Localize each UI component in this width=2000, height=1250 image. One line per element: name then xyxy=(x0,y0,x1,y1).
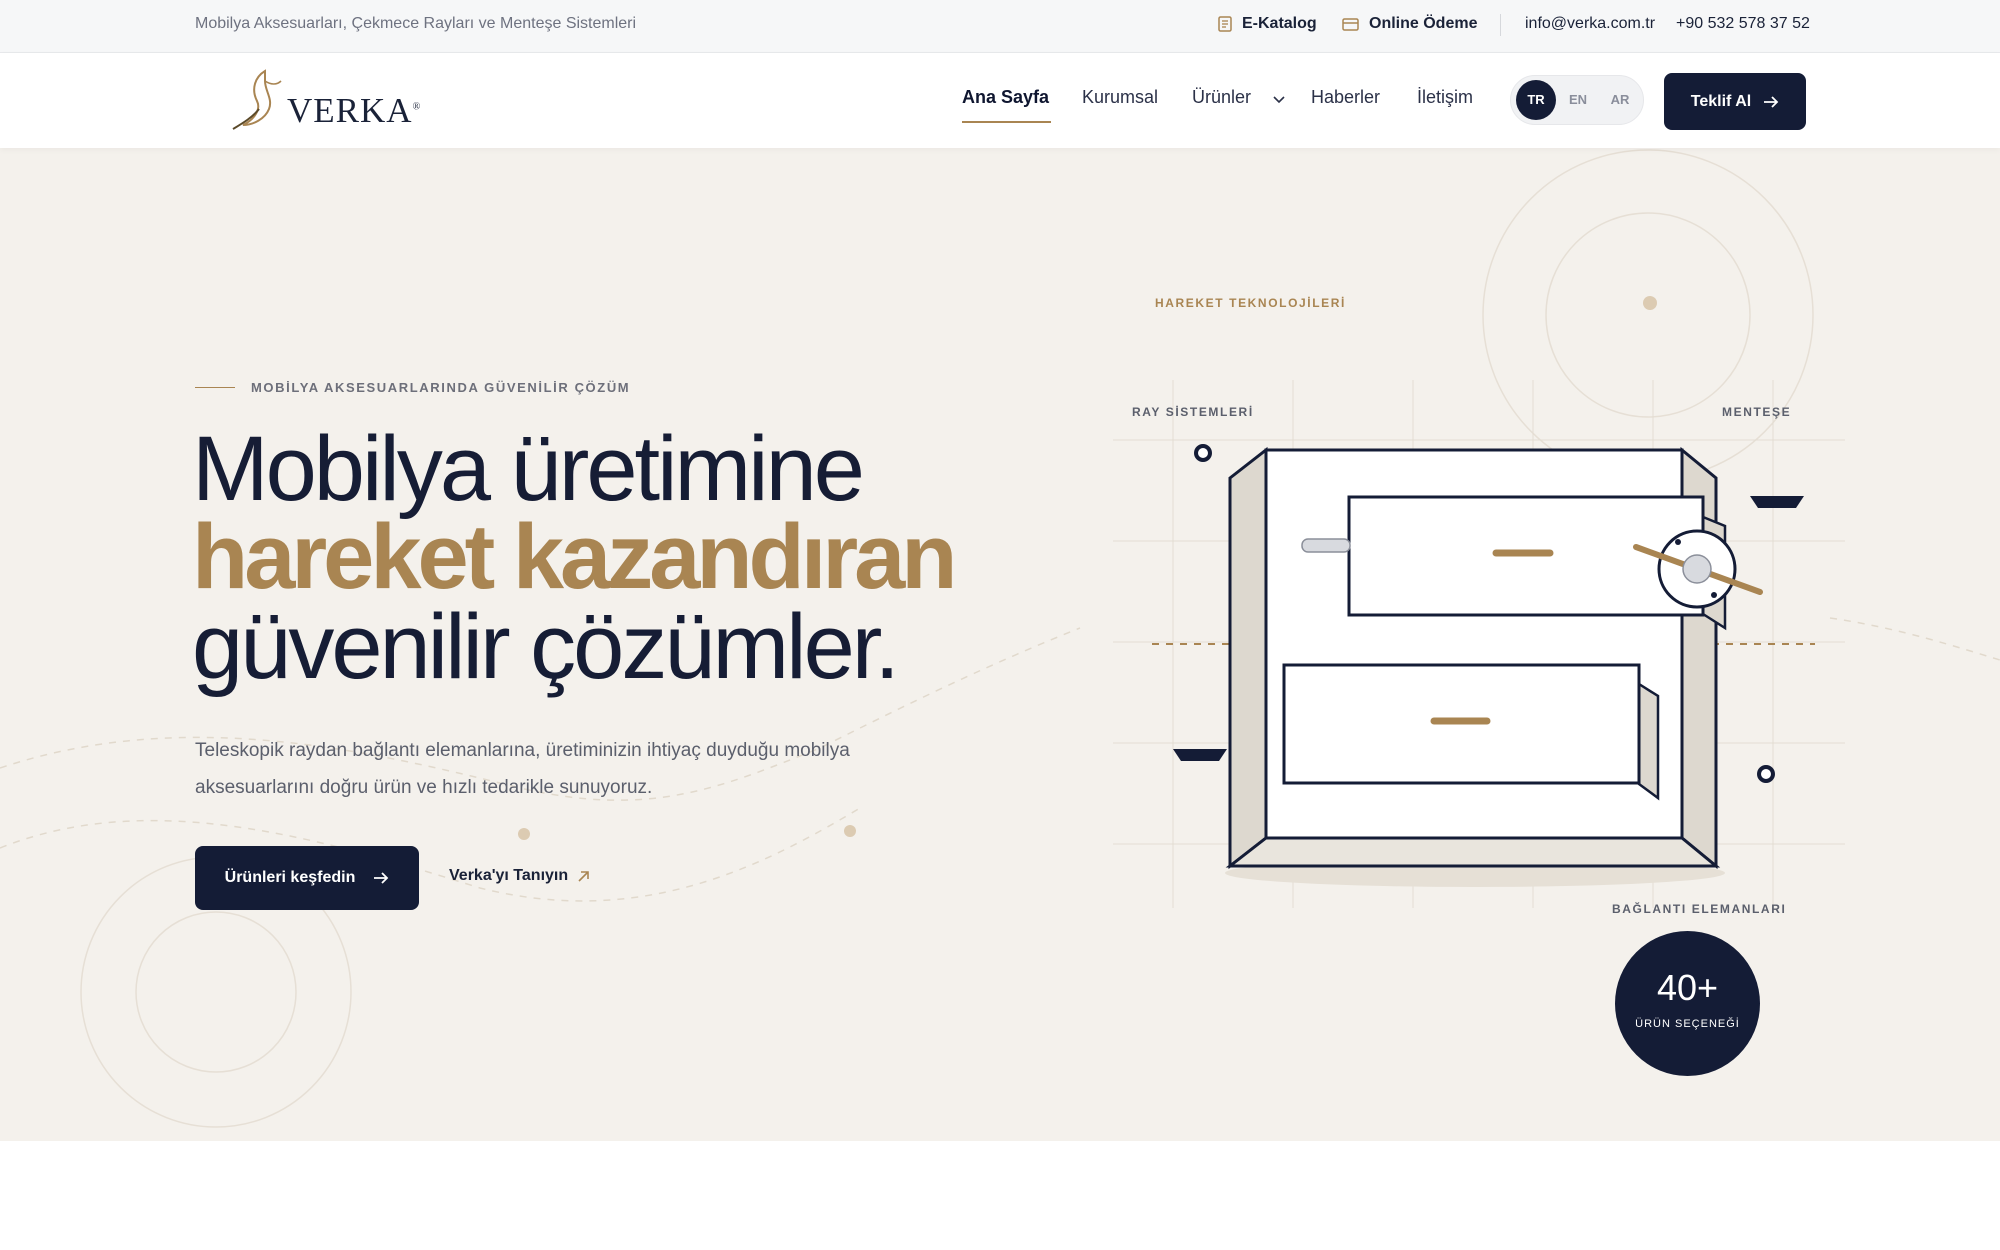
nav-kurumsal[interactable]: Kurumsal xyxy=(1082,87,1158,108)
nav-haberler[interactable]: Haberler xyxy=(1311,87,1380,108)
hero-title-line-1: Mobilya üretimine xyxy=(192,418,865,520)
lang-ar[interactable]: AR xyxy=(1600,80,1640,120)
illustration-heading: HAREKET TEKNOLOJİLERİ xyxy=(1155,296,1346,310)
hero-eyebrow: MOBİLYA AKSESUARLARINDA GÜVENİLİR ÇÖZÜM xyxy=(195,380,630,395)
online-payment-label: Online Ödeme xyxy=(1369,15,1478,32)
bird-logo-icon xyxy=(232,69,282,130)
chevron-down-icon[interactable] xyxy=(1273,96,1285,104)
language-switcher: TR EN AR xyxy=(1510,75,1644,125)
hero-lead: Teleskopik raydan bağlantı elemanlarına,… xyxy=(195,740,850,798)
lang-tr[interactable]: TR xyxy=(1516,80,1556,120)
credit-card-icon xyxy=(1342,17,1359,31)
top-utility-bar: Mobilya Aksesuarları, Çekmece Rayları ve… xyxy=(0,0,2000,53)
catalog-icon xyxy=(1218,16,1232,32)
product-count-label: ÜRÜN SEÇENEĞİ xyxy=(1635,1018,1740,1030)
online-payment-link[interactable]: Online Ödeme xyxy=(1342,15,1477,33)
active-nav-indicator xyxy=(962,121,1051,123)
hero-section: HAREKET TEKNOLOJİLERİ RAY SİSTEMLERİ MEN… xyxy=(0,148,2000,1141)
eyebrow-line xyxy=(195,387,235,388)
arrow-right-icon xyxy=(374,872,389,884)
arrow-up-right-icon xyxy=(578,870,589,882)
topbar-divider xyxy=(1500,14,1501,36)
arrow-right-icon xyxy=(1764,95,1779,108)
product-count-badge: 40+ ÜRÜN SEÇENEĞİ xyxy=(1615,931,1760,1076)
nav-iletisim[interactable]: İletişim xyxy=(1417,87,1473,108)
email-link[interactable]: info@verka.com.tr xyxy=(1525,15,1655,33)
hero-title-line-2: hareket kazandıran xyxy=(192,506,957,608)
about-verka-link[interactable]: Verka'yı Tanıyın xyxy=(449,867,589,885)
lang-en[interactable]: EN xyxy=(1558,80,1598,120)
label-rail-systems: RAY SİSTEMLERİ xyxy=(1132,405,1254,419)
about-verka-label: Verka'yı Tanıyın xyxy=(449,867,569,884)
phone-link[interactable]: +90 532 578 37 52 xyxy=(1676,15,1810,33)
product-count-value: 40+ xyxy=(1656,967,1719,1008)
explore-products-button[interactable]: Ürünleri keşfedin xyxy=(195,846,419,910)
label-connectors: BAĞLANTI ELEMANLARI xyxy=(1612,902,1787,916)
catalog-link[interactable]: E-Katalog xyxy=(1218,15,1317,33)
email-text: info@verka.com.tr xyxy=(1525,15,1656,32)
explore-products-label: Ürünleri keşfedin xyxy=(224,869,356,886)
tagline: Mobilya Aksesuarları, Çekmece Rayları ve… xyxy=(195,15,637,32)
catalog-label: E-Katalog xyxy=(1242,15,1317,32)
nav-ana-sayfa[interactable]: Ana Sayfa xyxy=(962,87,1049,108)
teklif-al-button[interactable]: Teklif Al xyxy=(1664,73,1806,130)
logo-wordmark: VERKA® xyxy=(287,91,422,130)
phone-text: +90 532 578 37 52 xyxy=(1676,15,1810,32)
eyebrow-text: MOBİLYA AKSESUARLARINDA GÜVENİLİR ÇÖZÜM xyxy=(251,380,631,395)
verka-logo[interactable]: VERKA® xyxy=(225,67,425,133)
main-header: VERKA® Ana Sayfa Kurumsal Ürünler Haberl… xyxy=(0,53,2000,148)
nav-urunler[interactable]: Ürünler xyxy=(1192,87,1251,108)
label-hinge: MENTEŞE xyxy=(1722,405,1792,419)
hero-title-line-3: güvenilir çözümler. xyxy=(192,596,900,698)
teklif-al-label: Teklif Al xyxy=(1690,92,1752,110)
